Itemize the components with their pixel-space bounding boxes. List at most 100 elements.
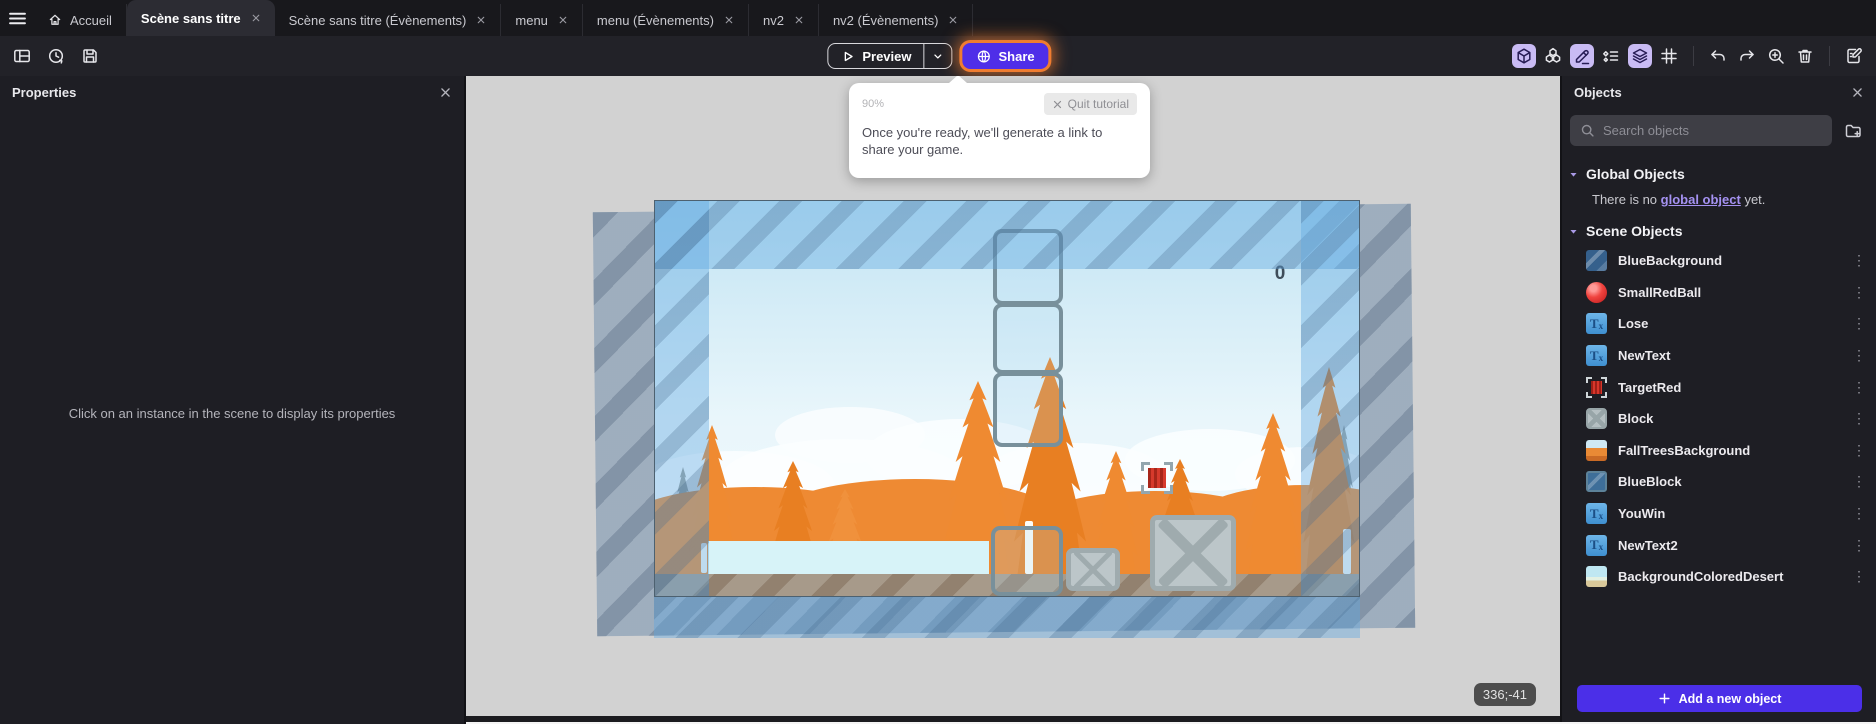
tab-menu-events[interactable]: menu (Évènements) xyxy=(583,4,749,36)
scene-objects-label: Scene Objects xyxy=(1586,223,1683,239)
kebab-menu-icon[interactable]: ⋮ xyxy=(1852,410,1866,427)
grid-icon[interactable] xyxy=(1657,44,1681,68)
main-menu-hamburger-icon[interactable] xyxy=(0,0,34,36)
kebab-menu-icon[interactable]: ⋮ xyxy=(1852,379,1866,396)
edit-pencil-icon[interactable] xyxy=(1570,44,1594,68)
tab-bar-tabs: Accueil Scène sans titre Scène sans titre … xyxy=(34,0,974,36)
blue-overlay-top xyxy=(655,201,1359,269)
global-objects-section[interactable]: Global Objects xyxy=(1562,154,1876,186)
object-row-FallTreesBackground[interactable]: FallTreesBackground ⋮ xyxy=(1562,435,1876,467)
global-object-link[interactable]: global object xyxy=(1661,192,1741,207)
tab-close-icon[interactable] xyxy=(724,15,734,25)
search-objects-input[interactable] xyxy=(1603,123,1822,138)
kebab-menu-icon[interactable]: ⋮ xyxy=(1852,252,1866,269)
kebab-menu-icon[interactable]: ⋮ xyxy=(1852,347,1866,364)
add-folder-icon[interactable] xyxy=(1840,118,1866,144)
object-row-BlueBlock[interactable]: BlueBlock ⋮ xyxy=(1562,466,1876,498)
tab-close-icon[interactable] xyxy=(476,15,486,25)
red-ball-thumbnail xyxy=(1586,281,1607,303)
object-row-NewText[interactable]: Tx NewText ⋮ xyxy=(1562,340,1876,372)
tab-scene-events[interactable]: Scène sans titre (Évènements) xyxy=(275,4,502,36)
layers-icon[interactable] xyxy=(1628,44,1652,68)
preview-dropdown-button[interactable] xyxy=(923,44,952,68)
blue-overlay-right xyxy=(1301,201,1359,596)
search-icon xyxy=(1580,123,1595,138)
preview-button-label: Preview xyxy=(862,48,912,64)
tab-close-icon[interactable] xyxy=(558,15,568,25)
object-name: NewText xyxy=(1618,348,1671,364)
kebab-menu-icon[interactable]: ⋮ xyxy=(1852,442,1866,459)
blue-block-instance[interactable] xyxy=(993,372,1063,447)
block-crate-instance[interactable] xyxy=(1150,515,1236,591)
redo-icon[interactable] xyxy=(1735,44,1759,68)
text-object-thumbnail: Tx xyxy=(1586,345,1607,367)
object-name: BackgroundColoredDesert xyxy=(1618,569,1784,585)
add-new-object-button[interactable]: Add a new object xyxy=(1577,685,1862,712)
object-row-SmallRedBall[interactable]: SmallRedBall ⋮ xyxy=(1562,277,1876,309)
instances-cubes-icon[interactable] xyxy=(1541,44,1565,68)
blue-block-instance[interactable] xyxy=(991,526,1063,596)
tab-close-icon[interactable] xyxy=(251,13,261,23)
tab-close-icon[interactable] xyxy=(948,15,958,25)
properties-panel: Properties Click on an instance in the s… xyxy=(0,76,466,724)
trash-icon[interactable] xyxy=(1793,44,1817,68)
panels-layout-icon[interactable] xyxy=(10,44,34,68)
tab-label: nv2 xyxy=(762,12,784,28)
object-name: Block xyxy=(1618,411,1654,427)
properties-empty-message: Click on an instance in the scene to dis… xyxy=(68,406,396,421)
tab-label: menu (Évènements) xyxy=(596,12,714,28)
kebab-menu-icon[interactable]: ⋮ xyxy=(1852,568,1866,585)
objects-close-icon[interactable] xyxy=(1851,86,1864,99)
save-icon[interactable] xyxy=(78,44,102,68)
tab-close-icon[interactable] xyxy=(794,15,804,25)
game-scene-frame[interactable]: 0 xyxy=(654,200,1360,597)
object-row-Block[interactable]: Block ⋮ xyxy=(1562,403,1876,435)
chevron-down-icon xyxy=(932,50,945,63)
kebab-menu-icon[interactable]: ⋮ xyxy=(1852,473,1866,490)
object-name: YouWin xyxy=(1618,506,1666,522)
blue-block-instance[interactable] xyxy=(993,303,1063,374)
object-row-TargetRed[interactable]: TargetRed ⋮ xyxy=(1562,371,1876,403)
preview-button-group: Preview xyxy=(827,43,953,69)
share-button[interactable]: Share xyxy=(962,43,1049,69)
close-icon xyxy=(1052,99,1063,110)
scene-objects-section[interactable]: Scene Objects xyxy=(1562,211,1876,243)
object-row-YouWin[interactable]: Tx YouWin ⋮ xyxy=(1562,498,1876,530)
kebab-menu-icon[interactable]: ⋮ xyxy=(1852,284,1866,301)
main-area: Properties Click on an instance in the s… xyxy=(0,76,1876,724)
properties-panel-title: Properties xyxy=(12,84,77,100)
objects-search-box[interactable] xyxy=(1570,115,1832,146)
tutorial-tooltip: 90% Quit tutorial Once you're ready, we'… xyxy=(849,76,1150,178)
objects-panel-header: Objects xyxy=(1562,76,1876,108)
scene-notes-icon[interactable] xyxy=(1842,44,1866,68)
object-row-BlueBackground[interactable]: BlueBackground ⋮ xyxy=(1562,245,1876,277)
tab-scene[interactable]: Scène sans titre xyxy=(126,0,275,36)
kebab-menu-icon[interactable]: ⋮ xyxy=(1852,505,1866,522)
objects-cube-icon[interactable] xyxy=(1512,44,1536,68)
block-crate-instance[interactable] xyxy=(1066,548,1120,591)
object-row-Lose[interactable]: Tx Lose ⋮ xyxy=(1562,308,1876,340)
quit-tutorial-label: Quit tutorial xyxy=(1067,97,1129,111)
properties-close-icon[interactable] xyxy=(439,86,452,99)
undo-icon[interactable] xyxy=(1706,44,1730,68)
kebab-menu-icon[interactable]: ⋮ xyxy=(1852,537,1866,554)
tab-home[interactable]: Accueil xyxy=(34,4,127,36)
fall-trees-thumbnail xyxy=(1586,439,1607,461)
object-row-BackgroundColoredDesert[interactable]: BackgroundColoredDesert ⋮ xyxy=(1562,561,1876,593)
preview-button[interactable]: Preview xyxy=(828,44,923,68)
properties-panel-header: Properties xyxy=(0,76,464,108)
zoom-in-icon[interactable] xyxy=(1764,44,1788,68)
object-row-NewText2[interactable]: Tx NewText2 ⋮ xyxy=(1562,529,1876,561)
tab-bar: Accueil Scène sans titre Scène sans titre … xyxy=(0,0,1876,36)
history-icon[interactable] xyxy=(44,44,68,68)
tab-nv2-events[interactable]: nv2 (Évènements) xyxy=(819,4,974,36)
quit-tutorial-button[interactable]: Quit tutorial xyxy=(1043,93,1137,115)
instances-list-icon[interactable] xyxy=(1599,44,1623,68)
tab-label: nv2 (Évènements) xyxy=(832,12,939,28)
tab-menu[interactable]: menu xyxy=(501,4,583,36)
scene-editor-canvas[interactable]: 0 90% Quit tutorial Once you're ready, w… xyxy=(466,76,1560,724)
kebab-menu-icon[interactable]: ⋮ xyxy=(1852,315,1866,332)
toolbar-center: Preview Share xyxy=(827,36,1049,76)
target-red-instance[interactable] xyxy=(1141,462,1173,494)
tab-nv2[interactable]: nv2 xyxy=(749,4,819,36)
